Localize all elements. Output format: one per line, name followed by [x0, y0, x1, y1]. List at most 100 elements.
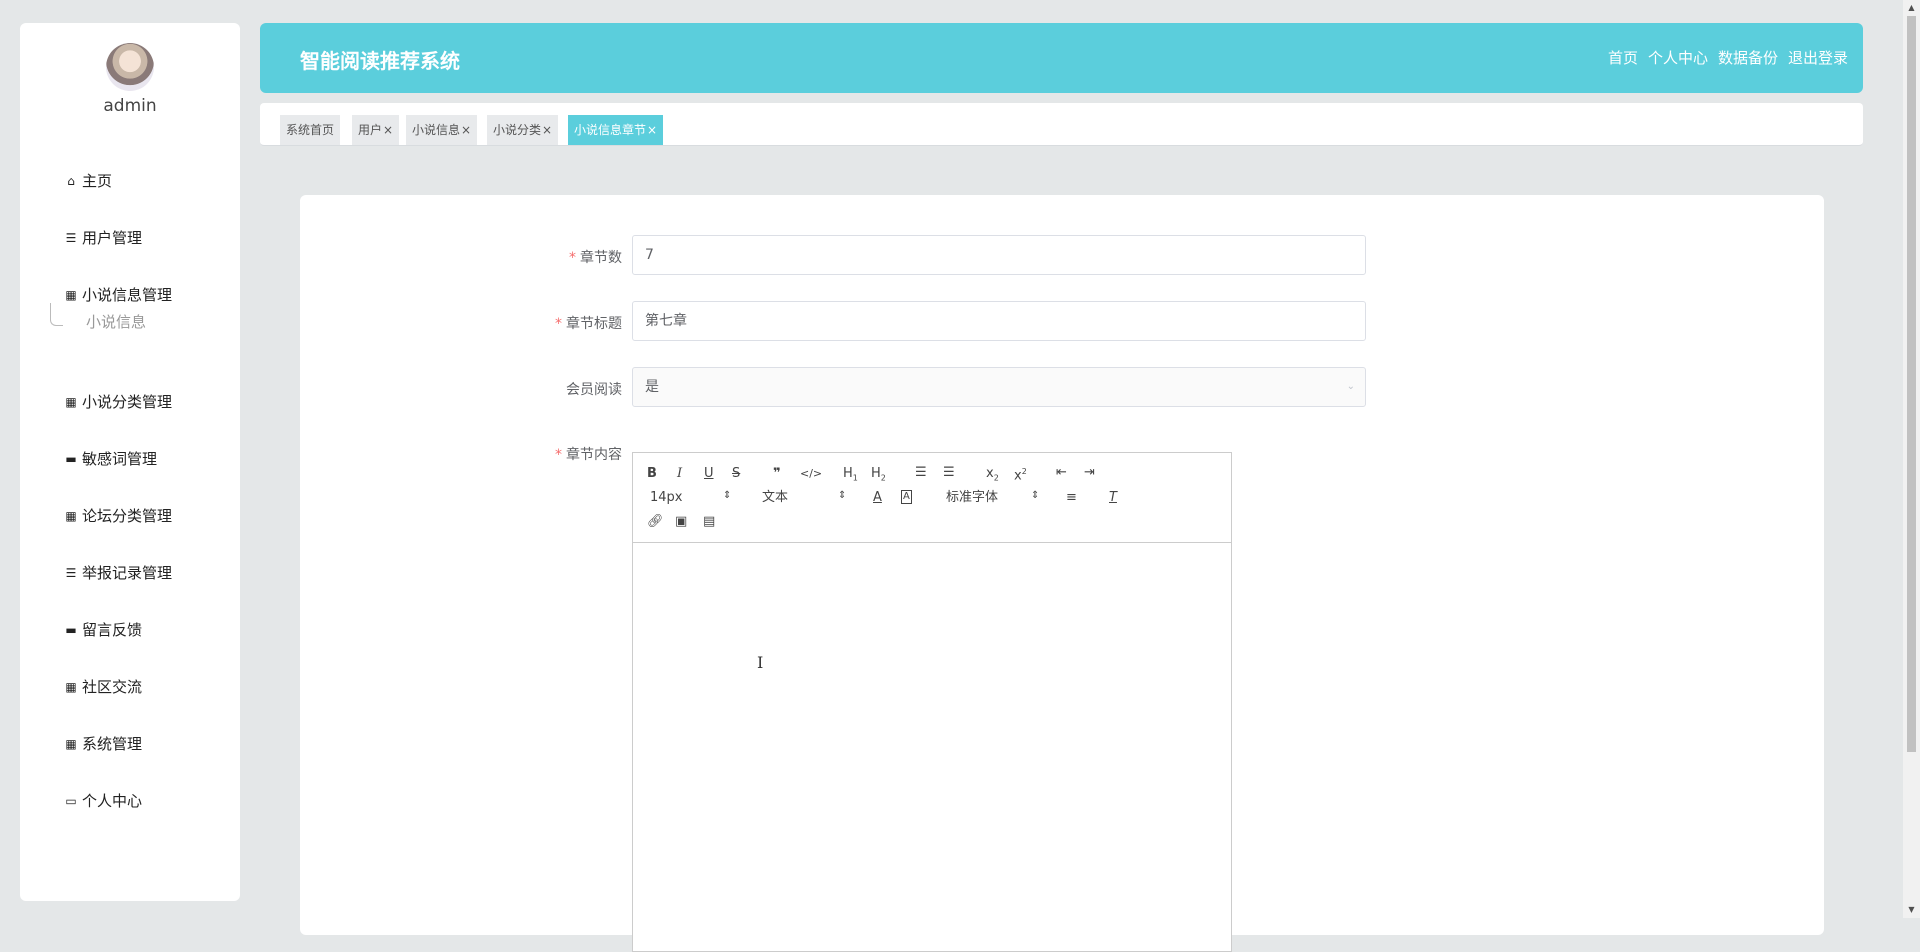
sidebar-item-community[interactable]: ▦ 社区交流 [64, 673, 142, 701]
app-title: 智能阅读推荐系统 [300, 49, 460, 73]
submenu-connector [50, 303, 63, 326]
chapter-title-input[interactable]: 第七章 [632, 301, 1366, 341]
header-1-icon[interactable]: H1 [843, 466, 858, 487]
chapter-title-label: * 章节标题 [502, 313, 622, 333]
sidebar-item-novel-info-management[interactable]: ▦ 小说信息管理 [64, 281, 172, 309]
font-size-select[interactable]: 14px [650, 490, 683, 506]
form-card: * 章节数 7 * 章节标题 第七章 会员阅读 是 ⌄ * 章节内容 B I U S … [300, 195, 1824, 952]
header-link-logout[interactable]: 退出登录 [1788, 23, 1848, 93]
required-mark: * [569, 250, 576, 266]
background-color-icon[interactable]: A [901, 490, 912, 504]
member-read-label: 会员阅读 [502, 379, 622, 399]
close-icon[interactable]: × [461, 123, 471, 137]
video-icon[interactable]: ▤ [703, 514, 715, 530]
tab-novel-chapter[interactable]: 小说信息章节× [568, 115, 664, 145]
username: admin [103, 96, 157, 116]
select-value: 是 [645, 379, 659, 395]
close-icon[interactable]: × [383, 123, 393, 137]
ordered-list-icon[interactable]: ☰ [915, 465, 927, 481]
input-value: 7 [645, 247, 654, 263]
superscript-icon[interactable]: x2 [1014, 464, 1027, 484]
monitor-icon: ▬ [65, 623, 77, 637]
blockquote-icon[interactable]: ❞ [773, 466, 781, 482]
outdent-icon[interactable]: ⇤ [1056, 465, 1067, 481]
tabs-bar: 系统首页 用户× 小说信息× 小说分类× 小说信息章节× [260, 103, 1863, 146]
chevron-updown-icon[interactable]: ⇕ [838, 490, 846, 501]
chapter-num-input[interactable]: 7 [632, 235, 1366, 275]
sidebar-item-forum-category[interactable]: ▦ 论坛分类管理 [64, 502, 172, 530]
clear-format-icon[interactable]: T [1109, 490, 1117, 506]
image-icon[interactable]: ▣ [675, 514, 687, 530]
header-links: 首页 个人中心 数据备份 退出登录 [1608, 23, 1848, 93]
editor-toolbar: B I U S ❞ </> H1 H2 ☰ ☰ x2 x2 ⇤ ⇥ 14px ⇕… [633, 453, 1231, 543]
tab-novel-category[interactable]: 小说分类× [487, 115, 559, 145]
sidebar-item-personal-center[interactable]: ▭ 个人中心 [64, 787, 142, 815]
sidebar-item-label: 留言反馈 [82, 621, 143, 639]
member-read-select[interactable]: 是 ⌄ [632, 367, 1366, 407]
scroll-up-arrow-icon[interactable]: ▲ [1903, 0, 1920, 16]
header-link-data-backup[interactable]: 数据备份 [1718, 23, 1778, 93]
sidebar-subitem-novel-info[interactable]: 小说信息 [86, 308, 146, 336]
sidebar-item-user-management[interactable]: ☰ 用户管理 [64, 224, 142, 252]
grid-icon: ▦ [65, 680, 77, 694]
sidebar-item-label: 主页 [82, 172, 113, 190]
indent-icon[interactable]: ⇥ [1084, 465, 1095, 481]
tab-system-home[interactable]: 系统首页 [280, 115, 341, 145]
align-icon[interactable]: ≡ [1066, 490, 1077, 506]
code-block-icon[interactable]: </> [800, 466, 822, 482]
grid-icon: ▦ [65, 509, 77, 523]
header-2-icon[interactable]: H2 [871, 466, 886, 487]
tab-label: 用户 [358, 123, 383, 137]
sidebar-item-label: 小说分类管理 [82, 393, 173, 411]
underline-icon[interactable]: U [704, 466, 714, 482]
chevron-updown-icon[interactable]: ⇕ [723, 490, 731, 501]
card-icon: ▭ [65, 794, 77, 808]
header-select[interactable]: 文本 [762, 490, 788, 506]
grid-icon: ▦ [65, 395, 77, 409]
page-scrollbar[interactable]: ▲ ▼ [1903, 0, 1920, 918]
tab-label: 小说分类 [493, 123, 542, 137]
chapter-content-label: * 章节内容 [502, 444, 622, 464]
chapter-num-label: * 章节数 [502, 247, 622, 267]
sidebar: admin ⌂ 主页 ☰ 用户管理 ▦ 小说信息管理 小说信息 ▦ 小说分类管理… [20, 23, 240, 901]
sidebar-item-label: 敏感词管理 [82, 450, 158, 468]
italic-icon[interactable]: I [677, 466, 682, 482]
top-header: 智能阅读推荐系统 首页 个人中心 数据备份 退出登录 [260, 23, 1863, 93]
text-color-icon[interactable]: A [873, 490, 882, 506]
avatar[interactable] [106, 43, 154, 91]
strikethrough-icon[interactable]: S [732, 466, 740, 482]
close-icon[interactable]: × [542, 123, 552, 137]
font-family-select[interactable]: 标准字体 [946, 490, 998, 506]
subscript-icon[interactable]: x2 [986, 466, 999, 487]
message-icon: ▬ [65, 452, 77, 466]
scrollbar-thumb[interactable] [1907, 16, 1916, 752]
bold-icon[interactable]: B [647, 466, 657, 482]
sidebar-item-system-management[interactable]: ▦ 系统管理 [64, 730, 142, 758]
header-link-home[interactable]: 首页 [1608, 23, 1638, 93]
sidebar-item-label: 论坛分类管理 [82, 507, 173, 525]
sidebar-item-label: 个人中心 [82, 792, 143, 810]
sliders-icon: ☰ [65, 566, 77, 580]
chevron-updown-icon[interactable]: ⇕ [1031, 490, 1039, 501]
sidebar-item-label: 举报记录管理 [82, 564, 173, 582]
required-mark: * [555, 447, 562, 463]
close-icon[interactable]: × [647, 123, 657, 137]
tab-label: 小说信息章节 [574, 123, 647, 137]
scroll-down-arrow-icon[interactable]: ▼ [1903, 902, 1920, 918]
sidebar-item-home[interactable]: ⌂ 主页 [64, 167, 112, 195]
home-icon: ⌂ [67, 174, 75, 188]
header-link-personal-center[interactable]: 个人中心 [1648, 23, 1708, 93]
list-icon: ☰ [65, 231, 77, 245]
tab-novel-info[interactable]: 小说信息× [406, 115, 478, 145]
label-text: 章节标题 [566, 316, 622, 332]
bullet-list-icon[interactable]: ☰ [943, 465, 955, 481]
sidebar-item-novel-category-management[interactable]: ▦ 小说分类管理 [64, 388, 172, 416]
sidebar-item-label: 社区交流 [82, 678, 143, 696]
editor-content-area[interactable]: I [633, 543, 1231, 952]
sidebar-item-feedback[interactable]: ▬ 留言反馈 [64, 616, 142, 644]
label-text: 章节内容 [566, 447, 622, 463]
sidebar-item-report-records[interactable]: ☰ 举报记录管理 [64, 559, 172, 587]
link-icon[interactable]: 🔗︎ [647, 514, 664, 530]
sidebar-item-sensitive-words[interactable]: ▬ 敏感词管理 [64, 445, 157, 473]
tab-user[interactable]: 用户× [352, 115, 400, 145]
